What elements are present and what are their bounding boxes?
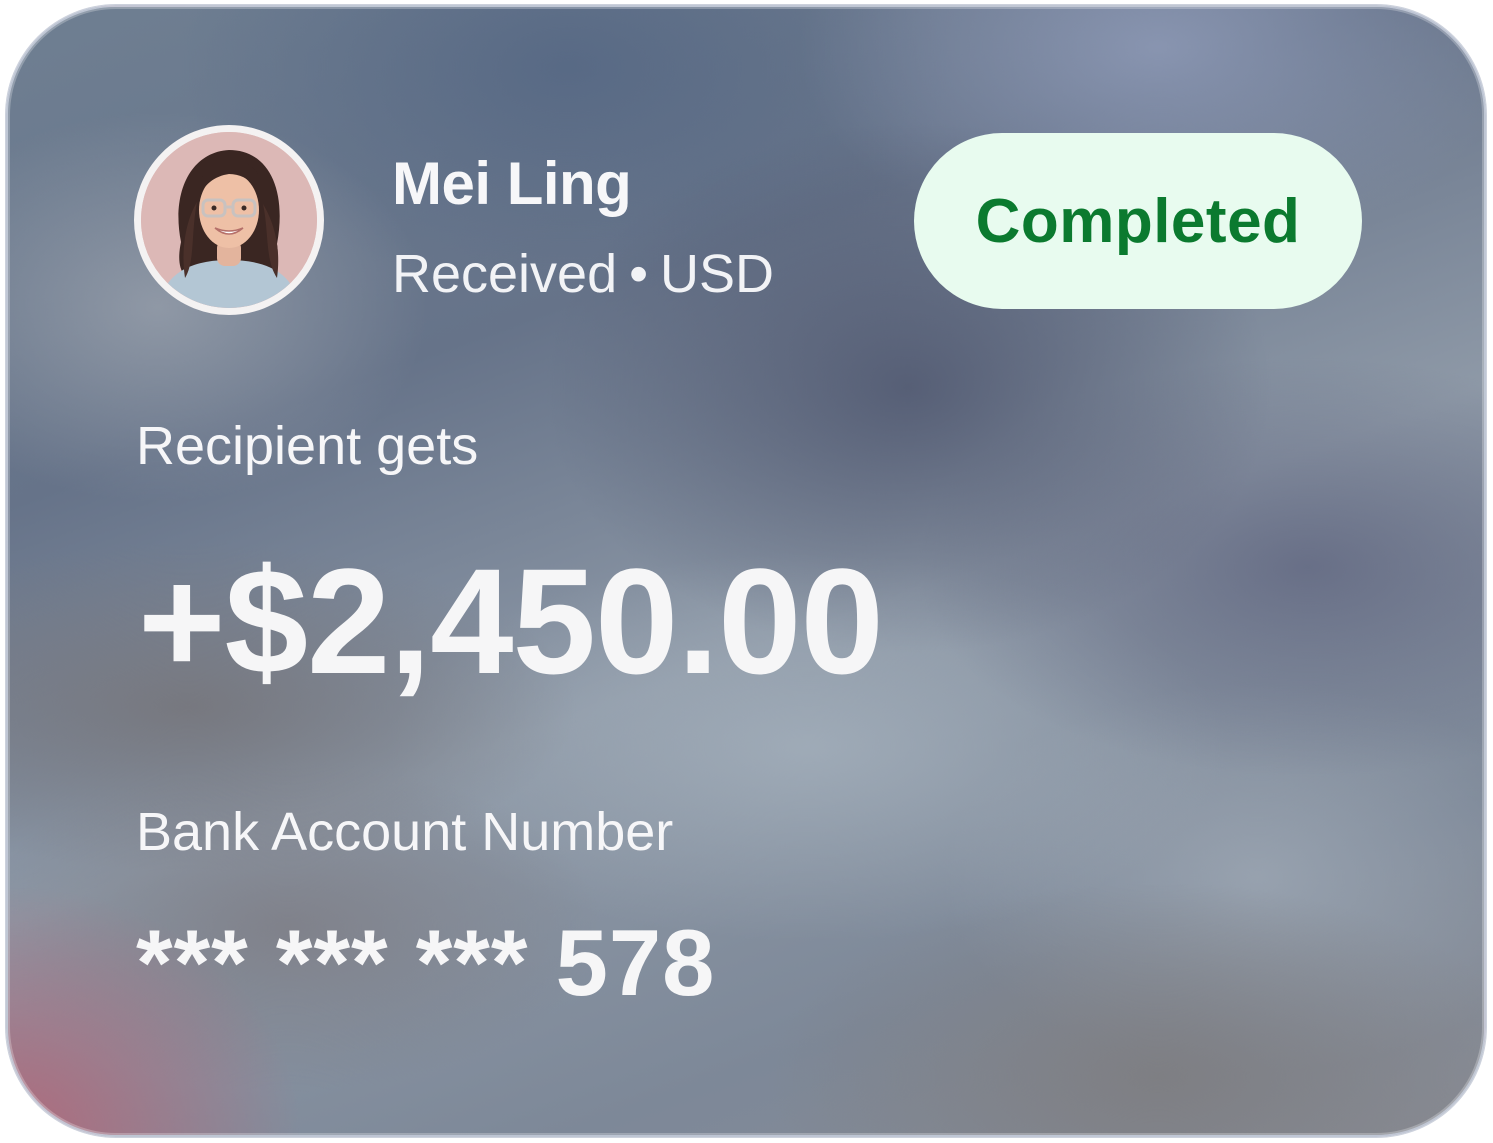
transaction-currency: USD <box>660 244 775 304</box>
profile-photo-icon <box>141 132 317 308</box>
transaction-subtitle: Received • USD <box>392 243 774 305</box>
transaction-direction: Received <box>392 244 618 304</box>
amount-value: +$2,450.00 <box>138 537 884 705</box>
bank-account-number: *** *** *** 578 <box>136 910 716 1015</box>
recipient-gets-label: Recipient gets <box>136 416 479 476</box>
recipient-name: Mei Ling <box>392 150 632 217</box>
status-badge-label: Completed <box>975 186 1301 256</box>
transaction-card: Mei Ling Received • USD Completed Recipien… <box>6 5 1486 1137</box>
avatar <box>134 125 324 315</box>
separator-dot: • <box>629 244 649 304</box>
bank-account-label: Bank Account Number <box>136 802 674 862</box>
status-badge: Completed <box>914 133 1362 309</box>
